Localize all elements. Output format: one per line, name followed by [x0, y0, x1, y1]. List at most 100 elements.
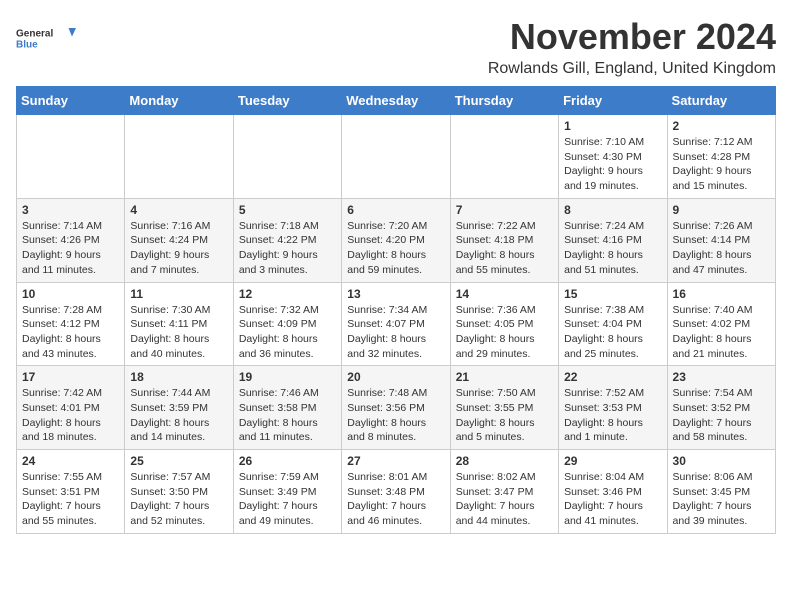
- calendar-cell: [450, 115, 558, 199]
- day-info: Daylight: 7 hours and 44 minutes.: [456, 499, 553, 528]
- day-number: 15: [564, 287, 661, 301]
- day-info: Sunrise: 7:30 AM: [130, 303, 227, 318]
- calendar-cell: [125, 115, 233, 199]
- day-number: 8: [564, 203, 661, 217]
- weekday-header: Wednesday: [342, 87, 450, 115]
- day-info: Sunset: 3:59 PM: [130, 401, 227, 416]
- day-info: Daylight: 7 hours and 58 minutes.: [673, 416, 770, 445]
- day-info: Daylight: 8 hours and 29 minutes.: [456, 332, 553, 361]
- calendar-cell: 18Sunrise: 7:44 AMSunset: 3:59 PMDayligh…: [125, 366, 233, 450]
- day-info: Daylight: 8 hours and 40 minutes.: [130, 332, 227, 361]
- calendar-cell: 23Sunrise: 7:54 AMSunset: 3:52 PMDayligh…: [667, 366, 775, 450]
- day-number: 11: [130, 287, 227, 301]
- calendar-cell: 29Sunrise: 8:04 AMSunset: 3:46 PMDayligh…: [559, 450, 667, 534]
- day-number: 16: [673, 287, 770, 301]
- day-info: Sunset: 4:12 PM: [22, 317, 119, 332]
- day-number: 21: [456, 370, 553, 384]
- day-info: Sunset: 3:45 PM: [673, 485, 770, 500]
- location-title: Rowlands Gill, England, United Kingdom: [488, 60, 776, 78]
- day-info: Daylight: 9 hours and 11 minutes.: [22, 248, 119, 277]
- day-info: Sunset: 4:16 PM: [564, 233, 661, 248]
- day-info: Daylight: 7 hours and 52 minutes.: [130, 499, 227, 528]
- calendar-cell: 19Sunrise: 7:46 AMSunset: 3:58 PMDayligh…: [233, 366, 341, 450]
- day-number: 27: [347, 454, 444, 468]
- calendar-cell: [342, 115, 450, 199]
- day-info: Sunset: 4:02 PM: [673, 317, 770, 332]
- day-number: 23: [673, 370, 770, 384]
- day-info: Daylight: 8 hours and 32 minutes.: [347, 332, 444, 361]
- day-info: Sunrise: 7:32 AM: [239, 303, 336, 318]
- day-number: 22: [564, 370, 661, 384]
- day-number: 17: [22, 370, 119, 384]
- calendar-week-row: 1Sunrise: 7:10 AMSunset: 4:30 PMDaylight…: [17, 115, 776, 199]
- calendar-cell: 11 Sunrise: 7:30 AMSunset: 4:11 PMDayligh…: [125, 282, 233, 366]
- weekday-header: Friday: [559, 87, 667, 115]
- day-info: Sunset: 3:49 PM: [239, 485, 336, 500]
- day-info: Daylight: 9 hours and 3 minutes.: [239, 248, 336, 277]
- weekday-header-row: SundayMondayTuesdayWednesdayThursdayFrid…: [17, 87, 776, 115]
- day-info: Daylight: 8 hours and 11 minutes.: [239, 416, 336, 445]
- day-info: Sunrise: 7:38 AM: [564, 303, 661, 318]
- day-number: 13: [347, 287, 444, 301]
- weekday-header: Monday: [125, 87, 233, 115]
- day-info: Daylight: 8 hours and 1 minute.: [564, 416, 661, 445]
- day-info: Sunrise: 7:54 AM: [673, 386, 770, 401]
- day-info: Sunset: 3:51 PM: [22, 485, 119, 500]
- calendar-cell: 21Sunrise: 7:50 AMSunset: 3:55 PMDayligh…: [450, 366, 558, 450]
- day-info: Sunrise: 7:22 AM: [456, 219, 553, 234]
- calendar-cell: 15Sunrise: 7:38 AMSunset: 4:04 PMDayligh…: [559, 282, 667, 366]
- day-info: Sunset: 3:48 PM: [347, 485, 444, 500]
- day-info: Sunrise: 7:20 AM: [347, 219, 444, 234]
- day-info: Sunrise: 8:01 AM: [347, 470, 444, 485]
- day-info: Sunrise: 7:24 AM: [564, 219, 661, 234]
- day-info: Sunrise: 7:44 AM: [130, 386, 227, 401]
- calendar-cell: 22Sunrise: 7:52 AMSunset: 3:53 PMDayligh…: [559, 366, 667, 450]
- day-info: Sunset: 3:56 PM: [347, 401, 444, 416]
- day-info: Sunrise: 7:16 AM: [130, 219, 227, 234]
- calendar-cell: 3Sunrise: 7:14 AMSunset: 4:26 PMDaylight…: [17, 198, 125, 282]
- day-info: Sunset: 4:24 PM: [130, 233, 227, 248]
- day-info: Sunrise: 7:55 AM: [22, 470, 119, 485]
- calendar-cell: 13Sunrise: 7:34 AMSunset: 4:07 PMDayligh…: [342, 282, 450, 366]
- calendar-cell: 6Sunrise: 7:20 AMSunset: 4:20 PMDaylight…: [342, 198, 450, 282]
- svg-text:Blue: Blue: [16, 40, 38, 51]
- day-info: Sunset: 4:11 PM: [130, 317, 227, 332]
- day-info: Sunrise: 8:02 AM: [456, 470, 553, 485]
- day-info: Daylight: 9 hours and 19 minutes.: [564, 164, 661, 193]
- weekday-header: Sunday: [17, 87, 125, 115]
- day-info: Daylight: 8 hours and 55 minutes.: [456, 248, 553, 277]
- day-number: 28: [456, 454, 553, 468]
- day-info: Sunrise: 7:57 AM: [130, 470, 227, 485]
- day-info: Sunset: 4:01 PM: [22, 401, 119, 416]
- calendar-cell: 25Sunrise: 7:57 AMSunset: 3:50 PMDayligh…: [125, 450, 233, 534]
- calendar-cell: 2Sunrise: 7:12 AMSunset: 4:28 PMDaylight…: [667, 115, 775, 199]
- day-info: Daylight: 8 hours and 14 minutes.: [130, 416, 227, 445]
- day-number: 3: [22, 203, 119, 217]
- day-info: Sunset: 4:20 PM: [347, 233, 444, 248]
- day-info: Sunrise: 7:42 AM: [22, 386, 119, 401]
- calendar-week-row: 3Sunrise: 7:14 AMSunset: 4:26 PMDaylight…: [17, 198, 776, 282]
- day-info: Daylight: 8 hours and 43 minutes.: [22, 332, 119, 361]
- day-info: Sunrise: 7:28 AM: [22, 303, 119, 318]
- calendar-cell: 30Sunrise: 8:06 AMSunset: 3:45 PMDayligh…: [667, 450, 775, 534]
- day-info: Daylight: 9 hours and 7 minutes.: [130, 248, 227, 277]
- day-info: Sunset: 3:50 PM: [130, 485, 227, 500]
- day-info: Daylight: 7 hours and 55 minutes.: [22, 499, 119, 528]
- day-number: 1: [564, 119, 661, 133]
- calendar-cell: 12Sunrise: 7:32 AMSunset: 4:09 PMDayligh…: [233, 282, 341, 366]
- day-info: Sunset: 4:05 PM: [456, 317, 553, 332]
- day-number: 5: [239, 203, 336, 217]
- calendar-cell: 10Sunrise: 7:28 AMSunset: 4:12 PMDayligh…: [17, 282, 125, 366]
- weekday-header: Tuesday: [233, 87, 341, 115]
- day-number: 4: [130, 203, 227, 217]
- day-info: Sunrise: 7:34 AM: [347, 303, 444, 318]
- day-info: Daylight: 8 hours and 47 minutes.: [673, 248, 770, 277]
- day-info: Daylight: 8 hours and 8 minutes.: [347, 416, 444, 445]
- day-info: Sunrise: 7:46 AM: [239, 386, 336, 401]
- day-number: 24: [22, 454, 119, 468]
- day-info: Daylight: 7 hours and 41 minutes.: [564, 499, 661, 528]
- day-info: Sunset: 3:47 PM: [456, 485, 553, 500]
- day-info: Sunrise: 8:04 AM: [564, 470, 661, 485]
- day-number: 7: [456, 203, 553, 217]
- day-info: Sunset: 4:26 PM: [22, 233, 119, 248]
